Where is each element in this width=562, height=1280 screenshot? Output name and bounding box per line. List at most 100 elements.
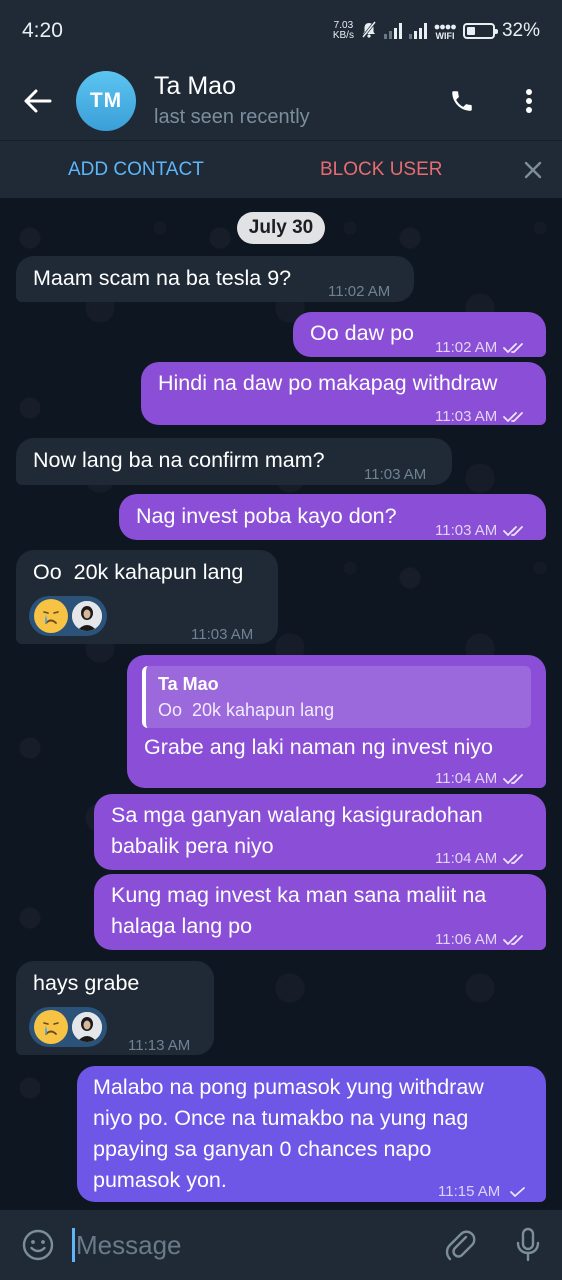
battery-icon <box>462 23 498 39</box>
reply-text: Oo 20k kahapun lang <box>158 700 335 720</box>
message-text: hays grabe <box>33 971 140 995</box>
message-time: 11:15 AM <box>438 1183 501 1200</box>
message-time: 11:03 AM <box>435 408 498 425</box>
message-input[interactable] <box>76 1229 426 1261</box>
text-cursor <box>72 1228 75 1262</box>
close-action-bar-button[interactable] <box>518 155 548 185</box>
reactor-avatar <box>72 601 102 631</box>
message-bubble-outgoing[interactable]: Oo daw po 11:02 AM <box>293 312 546 357</box>
signal-1-icon <box>383 23 402 39</box>
single-check-icon <box>510 1186 526 1197</box>
battery-percent: 32% <box>501 20 540 41</box>
message-time: 11:04 AM <box>435 850 498 867</box>
message-bubble-outgoing[interactable]: Hindi na daw po makapag withdraw 11:03 A… <box>141 362 546 425</box>
attach-button[interactable] <box>426 1228 494 1262</box>
message-meta: 11:04 AM <box>435 763 527 794</box>
message-text: Kung mag invest ka man sana maliit na ha… <box>111 880 486 942</box>
smiley-icon <box>22 1229 54 1261</box>
reaction-chip[interactable] <box>29 596 107 636</box>
message-bubble-outgoing[interactable]: Nag invest poba kayo don? 11:03 AM <box>119 494 546 540</box>
new-contact-action-bar: ADD CONTACT BLOCK USER <box>0 140 562 198</box>
message-line: ppaying sa ganyan 0 chances napo <box>93 1137 432 1161</box>
message-bubble-incoming[interactable]: Now lang ba na confirm mam? 11:03 AM <box>16 438 452 485</box>
more-vertical-icon <box>526 89 532 113</box>
message-meta: 11:03 AM <box>364 459 426 490</box>
message-text: Sa mga ganyan walang kasiguradohan babal… <box>111 800 483 862</box>
message-line: halaga lang po <box>111 914 253 938</box>
message-list[interactable]: July 30 Maam scam na ba tesla 9? 11:02 A… <box>0 198 562 1210</box>
signal-2-icon <box>408 23 427 39</box>
message-time: 11:02 AM <box>328 283 391 300</box>
close-icon <box>524 161 542 179</box>
status-time: 4:20 <box>22 19 63 42</box>
message-line: Kung mag invest ka man sana maliit na <box>111 883 487 907</box>
back-arrow-icon <box>24 89 52 113</box>
contact-status: last seen recently <box>154 106 310 128</box>
message-bubble-outgoing[interactable]: Sa mga ganyan walang kasiguradohan babal… <box>94 794 546 870</box>
mute-icon <box>361 20 377 42</box>
message-meta: 11:03 AM <box>191 619 253 650</box>
more-options-button[interactable] <box>496 62 562 140</box>
double-check-icon <box>503 342 524 353</box>
battery-fill <box>466 27 475 35</box>
message-time: 11:13 AM <box>128 1037 191 1054</box>
paperclip-icon <box>445 1230 476 1261</box>
network-speed: 7.03 KB/s <box>333 21 354 41</box>
message-bubble-outgoing[interactable]: Malabo na pong pumasok yung withdraw niy… <box>77 1066 546 1202</box>
message-text: Oo 20k kahapun lang <box>33 560 244 584</box>
message-bubble-outgoing[interactable]: Kung mag invest ka man sana maliit na ha… <box>94 874 546 950</box>
date-separator: July 30 <box>237 212 325 244</box>
contact-info[interactable]: Ta Mao last seen recently <box>154 71 428 131</box>
microphone-icon <box>516 1227 540 1262</box>
message-text: Maam scam na ba tesla 9? <box>33 266 292 290</box>
back-button[interactable] <box>0 62 76 140</box>
add-contact-button[interactable]: ADD CONTACT <box>68 159 204 181</box>
message-bubble-incoming[interactable]: Maam scam na ba tesla 9? 11:02 AM <box>16 256 414 302</box>
message-time: 11:03 AM <box>435 522 498 539</box>
status-bar: 4:20 7.03 KB/s WIFI 32% <box>0 0 562 62</box>
reactor-avatar <box>72 1012 102 1042</box>
emoji-button[interactable] <box>0 1228 76 1262</box>
double-check-icon <box>503 411 524 422</box>
message-time: 11:06 AM <box>435 931 498 948</box>
message-time: 11:04 AM <box>435 770 498 787</box>
reply-sender-name: Ta Mao <box>158 674 219 694</box>
message-line: Sa mga ganyan walang kasiguradohan <box>111 803 483 827</box>
message-meta: 11:02 AM <box>328 276 390 307</box>
message-text: Hindi na daw po makapag withdraw <box>158 371 498 395</box>
network-speed-unit: KB/s <box>332 30 354 41</box>
message-meta: 11:03 AM <box>435 401 527 432</box>
message-meta: 11:02 AM <box>435 332 527 363</box>
message-meta: 11:04 AM <box>435 843 527 874</box>
wifi-label: WIFI <box>435 30 455 41</box>
wifi-icon: WIFI <box>434 22 456 41</box>
phone-icon <box>452 91 472 111</box>
message-text: Grabe ang laki naman ng invest niyo <box>144 735 493 759</box>
reaction-chip[interactable] <box>29 1007 107 1047</box>
reply-preview[interactable]: Ta Mao Oo 20k kahapun lang <box>142 666 531 728</box>
crying-face-icon <box>34 1010 68 1044</box>
voice-message-button[interactable] <box>494 1227 562 1263</box>
message-bubble-incoming[interactable]: hays grabe 11:13 AM <box>16 961 214 1055</box>
message-meta: 11:13 AM <box>128 1030 190 1061</box>
message-bubble-incoming[interactable]: Oo 20k kahapun lang 11:03 AM <box>16 550 278 644</box>
message-time: 11:03 AM <box>364 466 427 483</box>
double-check-icon <box>503 525 524 536</box>
status-icons: 7.03 KB/s WIFI 32% <box>333 20 540 42</box>
contact-name: Ta Mao <box>154 72 236 100</box>
message-meta: 11:06 AM <box>435 924 527 955</box>
message-line: babalik pera niyo <box>111 834 274 858</box>
message-composer <box>0 1210 562 1280</box>
block-user-button[interactable]: BLOCK USER <box>320 159 442 181</box>
message-time: 11:02 AM <box>435 339 498 356</box>
telegram-chat-screen: 4:20 7.03 KB/s WIFI 32% TM Ta Mao last s… <box>0 0 562 1280</box>
message-bubble-outgoing[interactable]: Ta Mao Oo 20k kahapun lang Grabe ang lak… <box>127 655 546 788</box>
double-check-icon <box>503 934 524 945</box>
chat-header: TM Ta Mao last seen recently <box>0 62 562 140</box>
message-meta: 11:03 AM <box>435 515 527 546</box>
double-check-icon <box>503 773 524 784</box>
crying-face-icon <box>34 599 68 633</box>
message-text: Now lang ba na confirm mam? <box>33 448 325 472</box>
avatar[interactable]: TM <box>76 71 136 131</box>
call-button[interactable] <box>428 62 496 140</box>
